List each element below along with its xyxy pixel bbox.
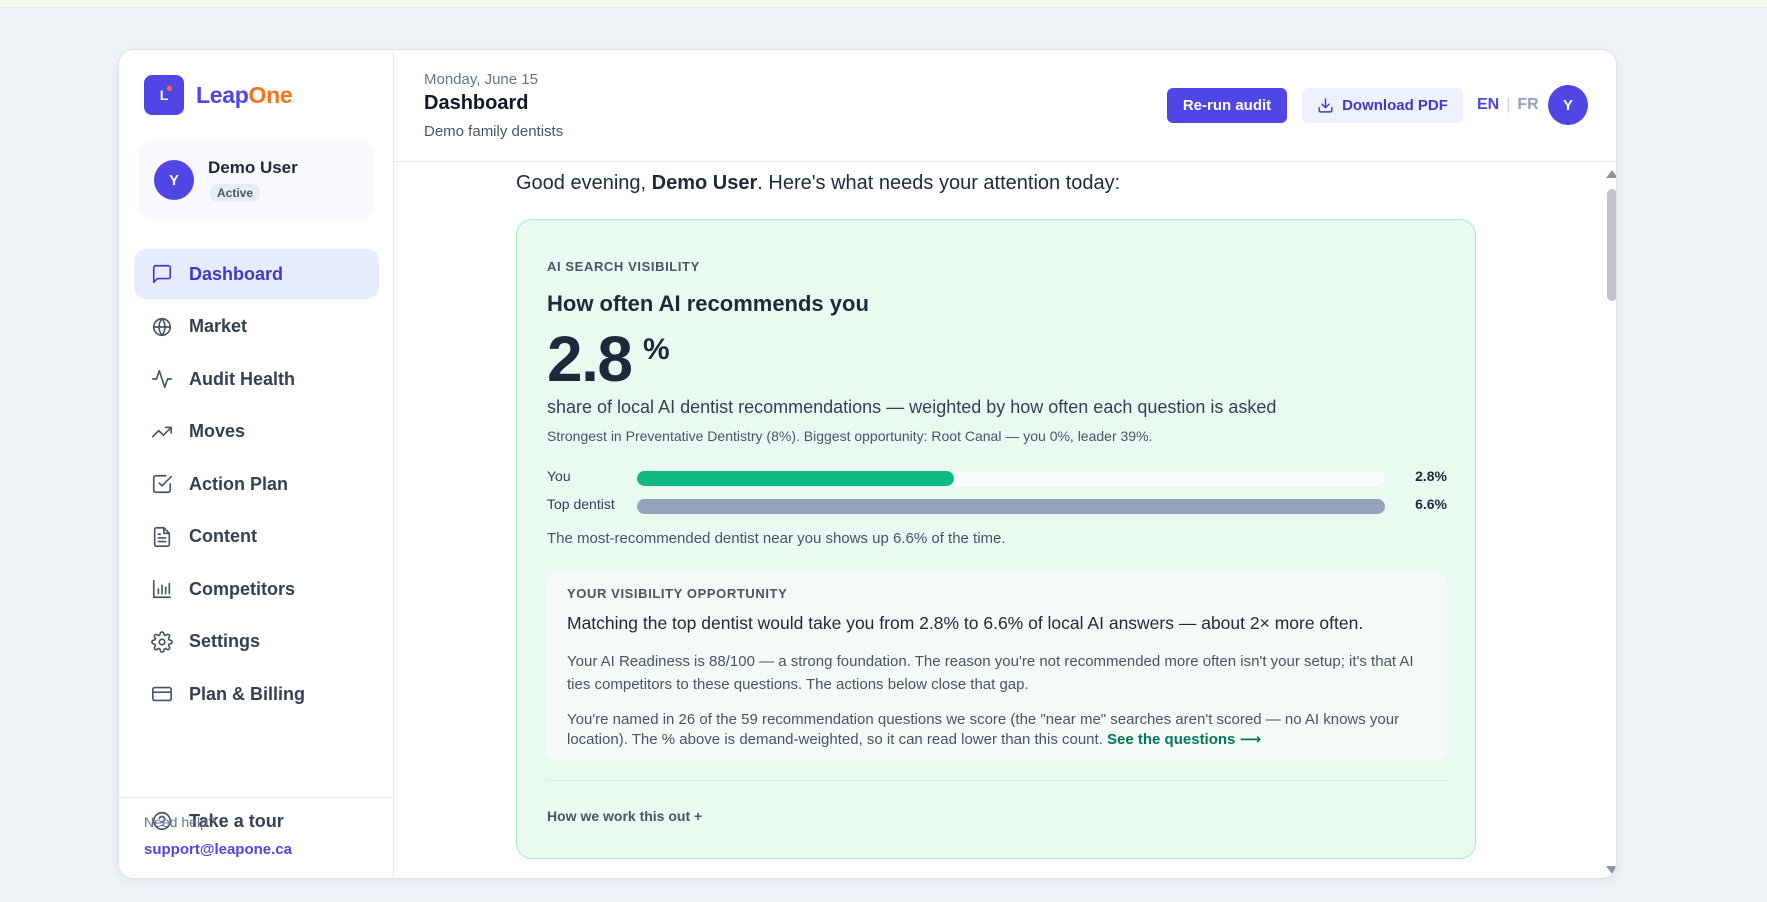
status-badge: Active bbox=[210, 184, 261, 202]
activity-icon bbox=[150, 367, 174, 391]
progress-fill bbox=[637, 499, 1385, 514]
sidebar-item-label: Moves bbox=[189, 421, 246, 441]
opportunity-headline: Matching the top dentist would take you … bbox=[567, 613, 1364, 633]
header-avatar[interactable]: Y bbox=[1548, 85, 1588, 125]
sidebar-item-label: Settings bbox=[189, 631, 261, 651]
download-pdf-label: Download PDF bbox=[1342, 97, 1448, 114]
opportunity-paragraph: You're named in 26 of the 59 recommendat… bbox=[567, 711, 1400, 748]
divider bbox=[119, 797, 394, 798]
bar-row-you: You 2.8% bbox=[547, 466, 1447, 488]
lang-separator: | bbox=[1506, 96, 1511, 113]
how-we-work-toggle[interactable]: How we work this out + bbox=[547, 808, 702, 824]
download-pdf-button[interactable]: Download PDF bbox=[1302, 88, 1463, 123]
sidebar: L LeapOne Y Demo User Active Dashboard M… bbox=[119, 50, 394, 878]
page-subtitle: Demo family dentists bbox=[424, 123, 564, 140]
message-square-icon bbox=[150, 262, 174, 286]
sidebar-item-action-plan[interactable]: Action Plan bbox=[134, 459, 379, 509]
sidebar-item-dashboard[interactable]: Dashboard bbox=[134, 249, 379, 299]
visibility-opportunity-panel: YOUR VISIBILITY OPPORTUNITY Matching the… bbox=[547, 571, 1447, 761]
progress-fill bbox=[637, 471, 955, 486]
bar-label: Top dentist bbox=[547, 496, 615, 512]
file-text-icon bbox=[150, 525, 174, 549]
current-date: Monday, June 15 bbox=[424, 71, 538, 88]
page-header: Monday, June 15 Dashboard Demo family de… bbox=[394, 50, 1616, 162]
check-square-icon bbox=[150, 472, 174, 496]
ai-visibility-card: AI SEARCH VISIBILITY How often AI recomm… bbox=[516, 219, 1476, 859]
sidebar-item-label: Competitors bbox=[189, 578, 296, 599]
bar-row-top-dentist: Top dentist 6.6% bbox=[547, 494, 1447, 516]
sidebar-item-label: Action Plan bbox=[189, 473, 289, 494]
sidebar-item-moves[interactable]: Moves bbox=[134, 407, 379, 457]
lang-fr[interactable]: FR bbox=[1517, 96, 1538, 114]
sidebar-item-competitors[interactable]: Competitors bbox=[134, 564, 379, 614]
logo[interactable]: L LeapOne bbox=[144, 75, 293, 115]
scroll-up-arrow-icon[interactable] bbox=[1606, 170, 1616, 178]
lang-en[interactable]: EN bbox=[1477, 96, 1499, 114]
sidebar-item-market[interactable]: Market bbox=[134, 302, 379, 352]
browser-top-strip bbox=[0, 0, 1767, 8]
scrollbar-thumb[interactable] bbox=[1607, 189, 1616, 301]
user-card[interactable]: Y Demo User Active bbox=[139, 140, 374, 220]
progress-track bbox=[637, 499, 1385, 514]
scrollbar[interactable] bbox=[1604, 163, 1616, 878]
bar-label: You bbox=[547, 468, 571, 484]
greeting-user-name: Demo User bbox=[651, 172, 758, 194]
download-icon bbox=[1318, 98, 1333, 113]
user-name: Demo User bbox=[208, 158, 298, 177]
credit-card-icon bbox=[150, 682, 174, 706]
divider bbox=[547, 780, 1447, 781]
visibility-description: share of local AI dentist recommendation… bbox=[547, 397, 1277, 417]
page-title: Dashboard bbox=[424, 92, 529, 114]
progress-track bbox=[637, 471, 1385, 486]
sidebar-nav: Dashboard Market Audit Health Moves Acti… bbox=[134, 249, 379, 722]
opportunity-eyebrow: YOUR VISIBILITY OPPORTUNITY bbox=[567, 586, 788, 601]
sidebar-item-label: Content bbox=[189, 526, 257, 546]
gear-icon bbox=[150, 630, 174, 654]
sidebar-item-label: Plan & Billing bbox=[189, 683, 306, 704]
sidebar-item-audit-health[interactable]: Audit Health bbox=[134, 354, 379, 404]
scroll-down-arrow-icon[interactable] bbox=[1606, 866, 1616, 874]
sidebar-item-label: Market bbox=[189, 316, 248, 336]
strongest-note: Strongest in Preventative Dentistry (8%)… bbox=[547, 428, 1153, 444]
bar-value: 2.8% bbox=[1415, 468, 1447, 484]
logo-mark-icon: L bbox=[144, 75, 184, 115]
sidebar-item-label: Dashboard bbox=[189, 263, 284, 284]
bar-chart-icon bbox=[150, 577, 174, 601]
most-recommended-note: The most-recommended dentist near you sh… bbox=[547, 530, 1006, 547]
avatar: Y bbox=[154, 160, 194, 200]
see-questions-link[interactable]: See the questions ⟶ bbox=[1107, 731, 1261, 748]
language-switcher: EN | FR bbox=[1477, 96, 1539, 114]
visibility-unit: % bbox=[643, 333, 670, 366]
sidebar-item-settings[interactable]: Settings bbox=[134, 617, 379, 667]
greeting: Good evening, Demo User. Here's what nee… bbox=[516, 172, 1121, 194]
card-eyebrow: AI SEARCH VISIBILITY bbox=[547, 259, 700, 274]
support-email-link[interactable]: support@leapone.ca bbox=[144, 841, 292, 858]
bar-value: 6.6% bbox=[1415, 496, 1447, 512]
sidebar-item-content[interactable]: Content bbox=[134, 512, 379, 562]
app-window: L LeapOne Y Demo User Active Dashboard M… bbox=[118, 49, 1617, 879]
visibility-value: 2.8 bbox=[547, 323, 633, 395]
rerun-audit-button[interactable]: Re-run audit bbox=[1167, 88, 1287, 123]
help-label: Need help? bbox=[144, 814, 216, 830]
logo-text: LeapOne bbox=[196, 81, 293, 108]
opportunity-paragraph: Your AI Readiness is 88/100 — a strong f… bbox=[567, 653, 1414, 693]
globe-icon bbox=[150, 315, 174, 339]
main-content: Good evening, Demo User. Here's what nee… bbox=[394, 163, 1616, 878]
card-title: How often AI recommends you bbox=[547, 291, 869, 316]
sidebar-item-plan-billing[interactable]: Plan & Billing bbox=[134, 669, 379, 719]
trending-up-icon bbox=[150, 420, 174, 444]
sidebar-item-label: Audit Health bbox=[189, 368, 295, 389]
